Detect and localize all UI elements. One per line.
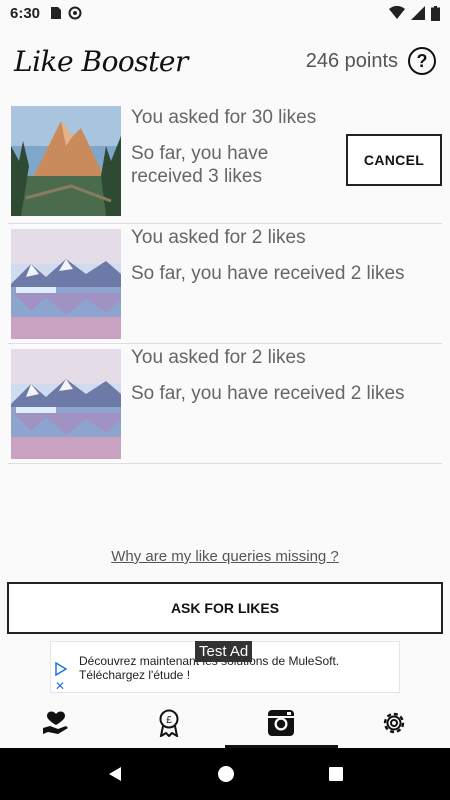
ask-for-likes-button[interactable]: ASK FOR LIKES: [7, 582, 443, 634]
recents-icon[interactable]: [328, 766, 344, 782]
tab-instagram[interactable]: [225, 698, 338, 748]
cancel-button[interactable]: CANCEL: [346, 134, 442, 186]
test-ad-badge: Test Ad: [195, 641, 253, 662]
mountain-lake-thumbnail: [11, 106, 121, 216]
sd-card-icon: [51, 7, 62, 19]
asked-text: You asked for 2 likes: [131, 227, 306, 248]
bottom-tab-bar: £: [0, 698, 450, 748]
tab-rewards[interactable]: £: [113, 698, 226, 748]
ad-choices-icon[interactable]: [55, 662, 67, 676]
received-text: So far, you have received 2 likes: [131, 263, 405, 284]
tab-likes[interactable]: [0, 698, 113, 748]
asked-text: You asked for 2 likes: [131, 347, 306, 368]
svg-text:£: £: [166, 715, 172, 726]
received-text: So far, you have received 3 likes: [131, 143, 269, 187]
badge-icon: £: [159, 709, 179, 737]
app-logo: Like Booster: [14, 44, 188, 78]
app-header: Like Booster 246 points ?: [0, 26, 450, 96]
gear-icon: [383, 712, 404, 734]
back-icon[interactable]: [106, 765, 124, 783]
instagram-icon: [268, 710, 295, 736]
list-item: You asked for 30 likes So far, you have …: [8, 104, 442, 224]
glacier-lake-thumbnail: [11, 349, 121, 459]
system-nav-bar: [0, 748, 450, 800]
heart-hand-icon: [43, 711, 69, 734]
asked-text: You asked for 30 likes: [131, 107, 317, 128]
battery-icon: [431, 5, 440, 21]
missing-queries-link[interactable]: Why are my like queries missing ?: [0, 548, 450, 565]
wifi-icon: [389, 6, 405, 19]
list-item: You asked for 2 likes So far, you have r…: [8, 224, 442, 344]
received-text: So far, you have received 2 likes: [131, 383, 405, 404]
status-time: 6:30: [10, 4, 41, 22]
sync-icon: [68, 6, 82, 20]
help-icon[interactable]: ?: [408, 47, 436, 75]
list-item: You asked for 2 likes So far, you have r…: [8, 344, 442, 464]
request-list: You asked for 30 likes So far, you have …: [8, 104, 442, 464]
ad-close-icon[interactable]: ✕: [55, 679, 65, 693]
signal-icon: [411, 6, 425, 20]
points-counter: 246 points: [305, 49, 398, 72]
tab-settings[interactable]: [338, 698, 450, 748]
ad-line-2: Téléchargez l'étude !: [79, 668, 191, 682]
glacier-lake-thumbnail: [11, 229, 121, 339]
home-icon[interactable]: [217, 765, 235, 783]
status-bar: 6:30: [0, 0, 450, 26]
